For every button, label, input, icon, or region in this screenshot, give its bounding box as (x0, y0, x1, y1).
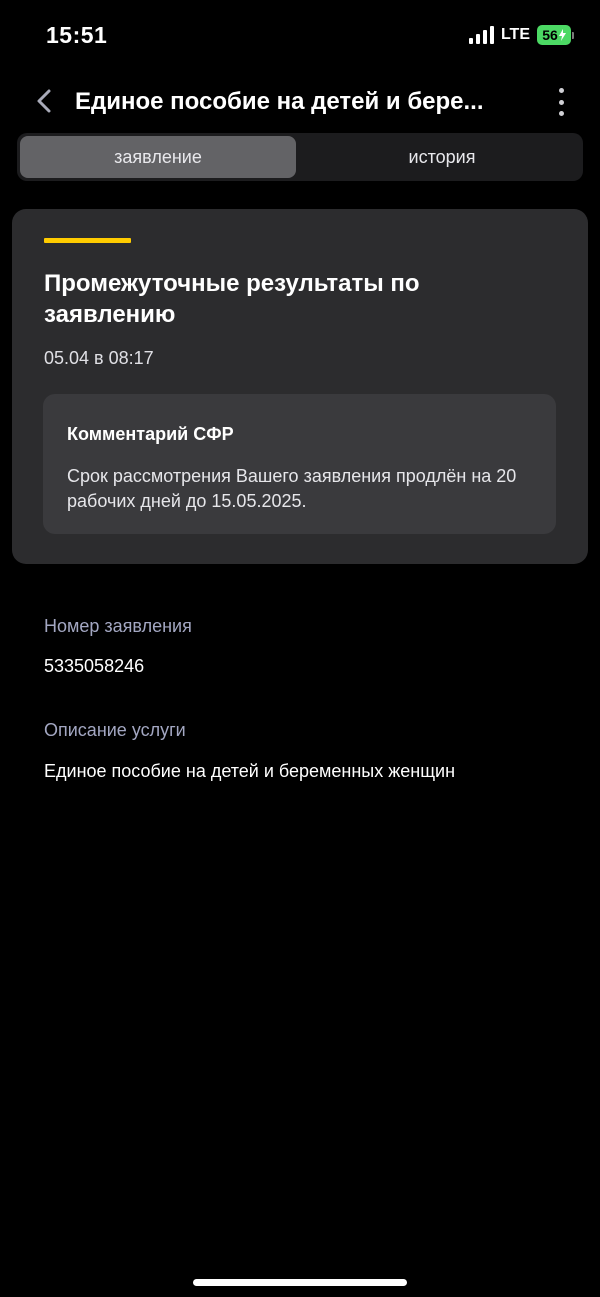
application-number-value: 5335058246 (44, 656, 145, 676)
comment-box: Комментарий СФР Срок рассмотрения Вашего… (43, 394, 556, 534)
card-date: 05.04 в 08:17 (44, 348, 154, 368)
service-description-label: Описание услуги (44, 720, 186, 740)
tab-history[interactable]: история (304, 136, 580, 178)
more-dots-icon (558, 88, 564, 93)
status-bar: 15:51 LTE 56 (0, 0, 600, 72)
status-indicators: LTE 56 (468, 25, 574, 45)
app-header: Единое пособие на детей и бере... (0, 80, 600, 124)
tab-application[interactable]: заявление (20, 136, 296, 178)
chevron-left-icon (37, 89, 51, 113)
more-options-button[interactable] (556, 88, 566, 116)
page-title: Единое пособие на детей и бере... (75, 88, 484, 115)
status-accent-bar (44, 238, 131, 243)
segmented-control: заявление история (17, 133, 583, 181)
battery-icon: 56 (537, 25, 574, 45)
comment-title: Комментарий СФР (67, 424, 234, 444)
application-number-label: Номер заявления (44, 616, 192, 636)
status-time: 15:51 (46, 22, 108, 48)
service-description-value: Единое пособие на детей и беременных жен… (44, 761, 456, 781)
network-type: LTE (500, 26, 530, 43)
home-indicator[interactable] (193, 1279, 407, 1286)
comment-text: Срок рассмотрения Вашего заявления продл… (67, 466, 517, 511)
charging-bolt-icon (558, 29, 566, 41)
back-button[interactable] (30, 86, 60, 116)
card-title: Промежуточные результаты по заявлению (44, 270, 420, 328)
signal-icon (468, 26, 494, 44)
battery-level: 56 (542, 27, 558, 43)
status-card: Промежуточные результаты по заявлению 05… (12, 209, 588, 564)
